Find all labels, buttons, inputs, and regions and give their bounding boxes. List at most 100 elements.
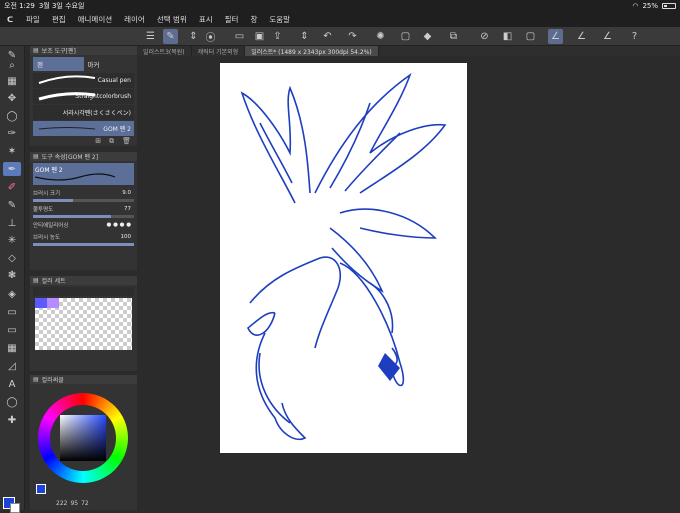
- brush-preview: GOM 펜 2: [33, 163, 134, 185]
- sparkle-icon[interactable]: ✶: [3, 144, 21, 158]
- opacity-slider[interactable]: [33, 215, 134, 218]
- status-time: 오전 1:29: [4, 2, 35, 10]
- zoom-icon[interactable]: ⌕: [3, 58, 21, 72]
- color-wheel-title: 컬러써클: [41, 377, 64, 384]
- slider-fill: [33, 243, 134, 246]
- fill-bucket-icon[interactable]: ◈: [3, 287, 21, 301]
- text-icon[interactable]: A: [3, 377, 21, 391]
- ruler-icon[interactable]: ∠: [600, 29, 615, 44]
- pen-pressure-icon[interactable]: ∠: [548, 29, 563, 44]
- saturation-value-square[interactable]: [60, 415, 106, 461]
- brush-item-label: Casual pen: [97, 77, 131, 84]
- lasso-icon[interactable]: ◯: [3, 109, 21, 123]
- clip-studio-logo-icon[interactable]: ᑕ: [0, 15, 20, 24]
- undo-icon[interactable]: ↶: [320, 29, 335, 44]
- subtool-panel-title: 보조 도구[펜]: [41, 48, 76, 55]
- fill-icon[interactable]: ◆: [420, 29, 435, 44]
- shape-icon[interactable]: ▭: [3, 323, 21, 337]
- copy-icon[interactable]: ⧉: [109, 137, 114, 146]
- share-icon[interactable]: ⇪: [270, 29, 285, 44]
- brush-item[interactable]: GOM 펜 2: [33, 121, 134, 136]
- subtool-panel: ▤ 보조 도구[펜] 펜 마커 Casual pen Straightcolor…: [30, 46, 137, 146]
- wifi-icon: ◠: [632, 2, 639, 10]
- subtool-actions: ⊞ ⧉ 🗑: [30, 137, 137, 146]
- canvas-icon[interactable]: ▦: [3, 74, 21, 88]
- move-icon[interactable]: ✥: [3, 91, 21, 105]
- select-all-icon[interactable]: ▢: [523, 29, 538, 44]
- menu-file[interactable]: 파일: [20, 14, 46, 25]
- color-set-grid[interactable]: [35, 298, 132, 350]
- menu-view[interactable]: 표시: [193, 14, 219, 25]
- brush-icon[interactable]: ✎: [3, 198, 21, 212]
- new-file-icon[interactable]: ▭: [232, 29, 247, 44]
- eraser-icon[interactable]: ◇: [3, 251, 21, 265]
- airbrush-icon[interactable]: ✳: [3, 233, 21, 247]
- color-swatch[interactable]: [47, 298, 59, 308]
- chevron-updown-icon[interactable]: ⇕: [186, 29, 201, 44]
- panel-grip-icon: ▤: [33, 153, 39, 160]
- record-icon[interactable]: ⦿: [203, 29, 218, 44]
- balloon-icon[interactable]: ◯: [3, 395, 21, 409]
- brush-stroke-preview: [38, 92, 96, 101]
- deselect-icon[interactable]: ⊘: [477, 29, 492, 44]
- opacity-value: 77: [124, 205, 131, 212]
- brush-size-slider[interactable]: [33, 199, 134, 202]
- color-swatch[interactable]: [35, 298, 47, 308]
- panel-grip-icon: ▤: [33, 277, 39, 284]
- menu-layer[interactable]: 레이어: [118, 14, 151, 25]
- opacity-row[interactable]: 불투명도 77: [33, 203, 134, 214]
- brush-density-slider[interactable]: [33, 243, 134, 246]
- menu-help[interactable]: 도움말: [263, 14, 296, 25]
- color-wheel[interactable]: [38, 393, 128, 483]
- tab-marker[interactable]: 마커: [84, 57, 135, 71]
- blend-icon[interactable]: ❃: [3, 268, 21, 282]
- main-color-indicator[interactable]: [36, 484, 46, 494]
- tab-document[interactable]: 일러스트3(복원): [137, 46, 192, 56]
- delete-icon[interactable]: 🗑: [122, 137, 131, 146]
- eyedropper-icon[interactable]: ✑: [3, 126, 21, 140]
- quick-access-icon[interactable]: ✎: [163, 29, 178, 44]
- brightness-value: 72: [81, 500, 89, 507]
- subtool-tabs: 펜 마커: [33, 57, 134, 71]
- menu-filter[interactable]: 필터: [219, 14, 245, 25]
- invert-selection-icon[interactable]: ◧: [500, 29, 515, 44]
- sub-color-swatch[interactable]: [10, 503, 20, 513]
- stamp-icon[interactable]: ⊥: [3, 216, 21, 230]
- pen-icon[interactable]: ✒: [3, 162, 21, 176]
- color-wheel-header: ▤ 컬러써클: [30, 375, 137, 384]
- marker-icon[interactable]: ✐: [3, 180, 21, 194]
- transform-icon[interactable]: ⧉: [446, 29, 461, 44]
- brush-size-row[interactable]: 브러시 크기 9.0: [33, 187, 134, 198]
- correction-icon[interactable]: ✚: [3, 413, 21, 427]
- drawing-paper[interactable]: [220, 63, 467, 453]
- antialias-row[interactable]: 안티에일리어싱 ● ● ● ●: [33, 219, 134, 230]
- help-icon[interactable]: ?: [627, 29, 642, 44]
- menu-edit[interactable]: 편집: [46, 14, 72, 25]
- add-icon[interactable]: ⊞: [95, 137, 101, 146]
- ruler-tool-icon[interactable]: ◿: [3, 359, 21, 373]
- chevron-updown-icon[interactable]: ⇕: [297, 29, 312, 44]
- menu-animation[interactable]: 애니메이션: [72, 14, 119, 25]
- brush-item[interactable]: Casual pen: [33, 73, 134, 88]
- save-icon[interactable]: ▣: [252, 29, 267, 44]
- tab-marker-label: 마커: [87, 61, 100, 69]
- ruler-pen-icon[interactable]: ∠: [574, 29, 589, 44]
- brush-density-row[interactable]: 브러시 농도 100: [33, 231, 134, 242]
- antialias-label: 안티에일리어싱: [33, 222, 69, 229]
- tab-document[interactable]: 캐릭터 기본외형: [192, 46, 246, 56]
- frame-icon[interactable]: ▦: [3, 341, 21, 355]
- tab-pen[interactable]: 펜: [33, 57, 84, 71]
- gradient-icon[interactable]: ▭: [3, 305, 21, 319]
- loading-icon[interactable]: ✺: [373, 29, 388, 44]
- tab-document-active[interactable]: 일러스트* (1489 x 2343px 300dpi 54.2%): [245, 46, 379, 56]
- menu-icon[interactable]: ☰: [143, 29, 158, 44]
- antialias-dots-icon[interactable]: ● ● ● ●: [107, 222, 134, 228]
- menu-selection[interactable]: 선택 범위: [151, 14, 193, 25]
- battery-icon: [662, 3, 676, 9]
- redo-icon[interactable]: ↷: [345, 29, 360, 44]
- brush-item[interactable]: Straightcolorbrush: [33, 89, 134, 104]
- brush-item[interactable]: 서라시각펜(さくさくペン): [33, 105, 134, 120]
- color-set-dropdown[interactable]: [33, 287, 134, 296]
- clear-icon[interactable]: ▢: [398, 29, 413, 44]
- menu-window[interactable]: 창: [244, 14, 263, 25]
